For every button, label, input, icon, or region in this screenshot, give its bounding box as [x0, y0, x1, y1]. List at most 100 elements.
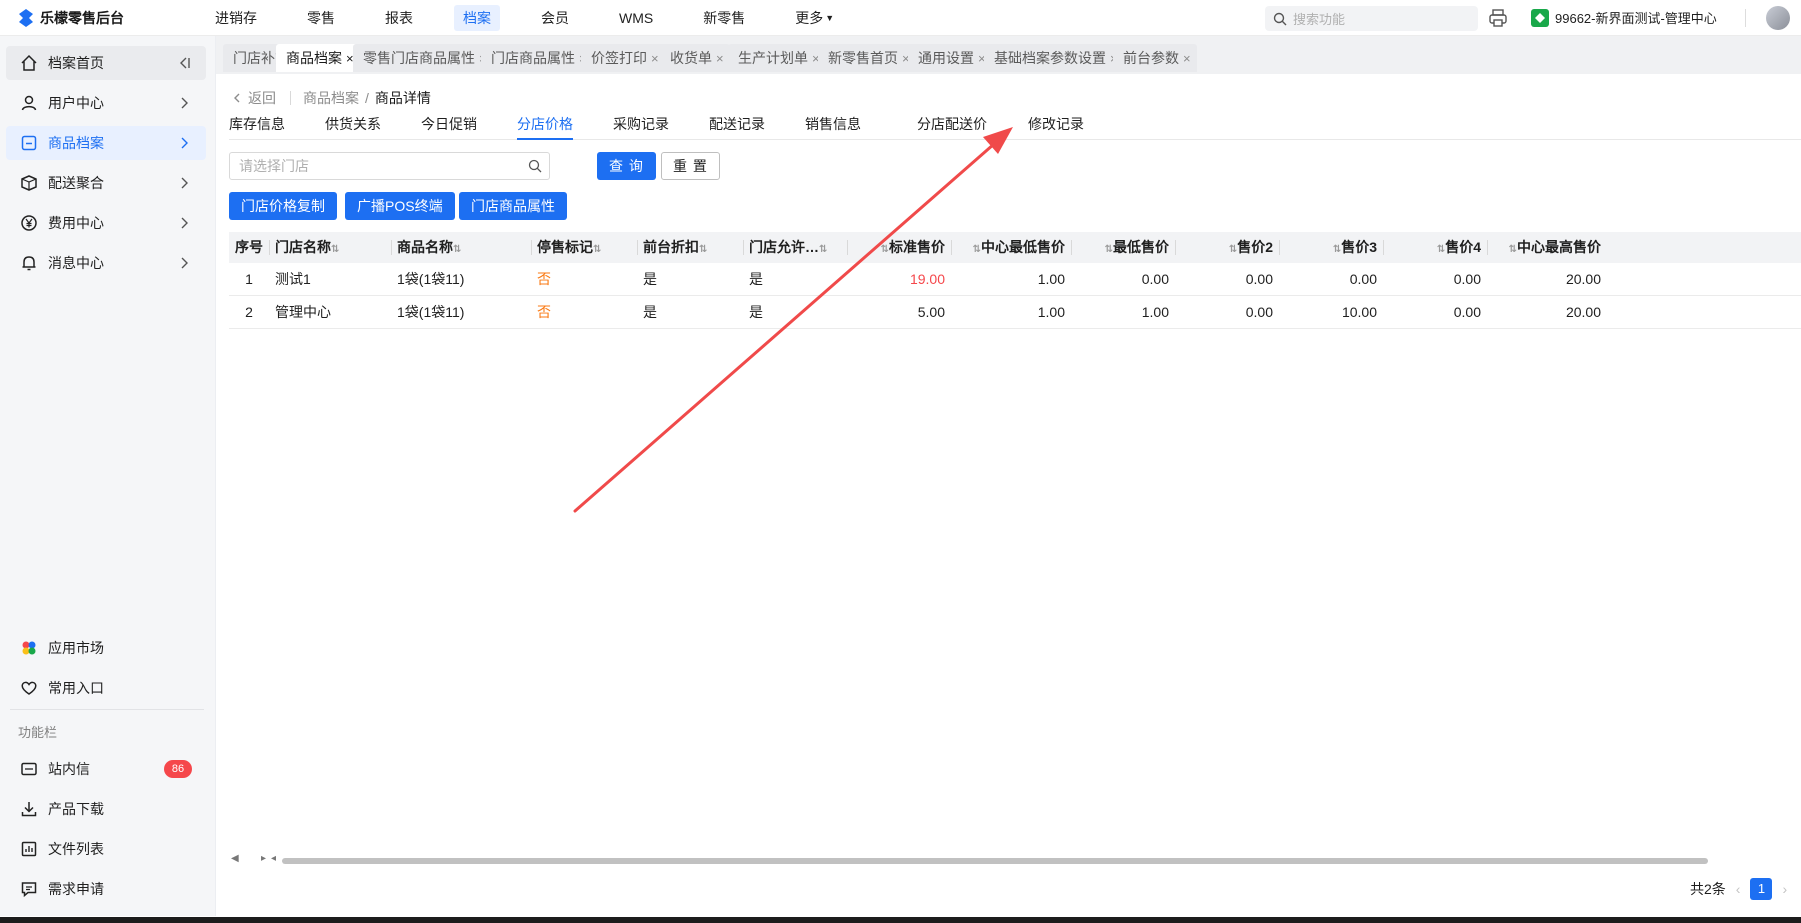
sidebar-item-inbox[interactable]: 站内信 86 [6, 752, 206, 786]
sort-icon[interactable]: ⇅ [453, 244, 461, 255]
tab[interactable]: 商品档案 × [276, 44, 360, 72]
store-select-input[interactable]: 请选择门店 [229, 152, 550, 180]
column-header[interactable]: 前台折扣⇅ [643, 232, 737, 263]
detail-tab[interactable]: 今日促销 [421, 114, 477, 140]
topnav-item[interactable]: 更多 ▼ [786, 5, 843, 31]
sidebar-item-favorites[interactable]: 常用入口 [6, 671, 206, 705]
sort-icon[interactable]: ⇅ [331, 244, 339, 255]
sort-icon[interactable]: ⇅ [819, 244, 827, 255]
detail-tab[interactable]: 采购记录 [613, 114, 669, 140]
column-header-label: 最低售价 [1113, 239, 1169, 255]
breadcrumb-current: 商品详情 [374, 90, 431, 106]
sort-icon[interactable]: ⇅ [1333, 244, 1341, 255]
close-tab-icon[interactable]: × [1183, 51, 1191, 66]
column-header[interactable]: 停售标记⇅ [537, 232, 631, 263]
topnav-item[interactable]: 新零售 [694, 5, 754, 31]
tab[interactable]: 价签打印 × [581, 44, 665, 72]
column-header[interactable]: 商品名称⇅ [397, 232, 525, 263]
org-switcher[interactable]: 99662-新界面测试-管理中心 [1531, 8, 1717, 27]
tab[interactable]: 收货单 × [660, 44, 730, 72]
column-header[interactable]: ⇅中心最高售价 [1493, 232, 1601, 263]
detail-tab[interactable]: 分店配送价 [917, 114, 987, 140]
sidebar-item-home[interactable]: 档案首页 [6, 46, 206, 80]
chevron-right-icon [181, 137, 188, 149]
printer-icon[interactable] [1488, 8, 1508, 28]
topnav-item[interactable]: 零售 [298, 5, 344, 31]
sort-icon[interactable]: ⇅ [1229, 244, 1237, 255]
broadcast-pos-button[interactable]: 广播POS终端 [345, 192, 455, 220]
detail-tab[interactable]: 库存信息 [229, 114, 285, 140]
column-header[interactable]: ⇅标准售价 [853, 232, 945, 263]
sort-icon[interactable]: ⇅ [593, 244, 601, 255]
reset-button[interactable]: 重 置 [661, 152, 720, 180]
search-input[interactable]: 搜索功能 [1265, 6, 1478, 31]
table-row[interactable]: 2 管理中心 1袋(1袋11) 否 是 是 5.00 1.00 1.00 0.00 10.00 0.0… [229, 296, 1801, 329]
column-header[interactable]: ⇅中心最低售价 [957, 232, 1065, 263]
sidebar-item-products[interactable]: 商品档案 [6, 126, 206, 160]
topnav-item[interactable]: 进销存 [206, 5, 266, 31]
sort-icon[interactable]: ⇅ [699, 244, 707, 255]
column-header[interactable]: ⇅售价2 [1181, 232, 1273, 263]
sort-icon[interactable]: ⇅ [1509, 244, 1517, 255]
topnav-item[interactable]: 档案 [454, 5, 500, 31]
tab[interactable]: 零售门店商品属性× [353, 44, 493, 72]
sort-icon[interactable]: ⇅ [1437, 244, 1445, 255]
column-header[interactable]: ⇅售价4 [1389, 232, 1481, 263]
sort-icon[interactable]: ⇅ [881, 244, 889, 255]
column-header[interactable]: ⇅最低售价 [1077, 232, 1169, 263]
detail-tab[interactable]: 修改记录 [1028, 114, 1084, 140]
tab[interactable]: 新零售首页 × [818, 44, 916, 72]
scrollbar-thumb[interactable] [282, 858, 1708, 864]
next-page-icon[interactable]: › [1782, 881, 1787, 897]
sidebar-item-label: 产品下载 [48, 801, 104, 817]
topnav-item[interactable]: 报表 [376, 5, 422, 31]
tab[interactable]: 门店商品属性× [481, 44, 593, 72]
detail-tab[interactable]: 销售信息 [805, 114, 861, 140]
back-link[interactable]: 返回 [232, 88, 276, 108]
breadcrumb-parent[interactable]: 商品档案 [303, 88, 359, 108]
close-tab-icon[interactable]: × [716, 51, 724, 66]
sidebar-item-requests[interactable]: 需求申请 [6, 872, 206, 906]
app-logo[interactable]: 乐檬零售后台 [18, 8, 124, 28]
tab[interactable]: 生产计划单 × [728, 44, 826, 72]
sidebar-item-users[interactable]: 用户中心 [6, 86, 206, 120]
detail-tab[interactable]: 分店价格 [517, 114, 573, 140]
horizontal-scrollbar[interactable]: ◀ ▸ ◂ [229, 853, 1801, 866]
detail-tab[interactable]: 配送记录 [709, 114, 765, 140]
topnav-item[interactable]: WMS [610, 5, 662, 31]
sidebar-item-delivery[interactable]: 配送聚合 [6, 166, 206, 200]
close-tab-icon[interactable]: × [651, 51, 659, 66]
scroll-left-icon[interactable]: ◂ [271, 853, 276, 864]
sidebar-item-app-market[interactable]: 应用市场 [6, 631, 206, 665]
sidebar-item-messages[interactable]: 消息中心 [6, 246, 206, 280]
sidebar-item-files[interactable]: 文件列表 [6, 832, 206, 866]
scroll-left-icon[interactable]: ◀ [231, 853, 239, 864]
avatar[interactable] [1766, 6, 1790, 30]
store-product-attr-button[interactable]: 门店商品属性 [459, 192, 567, 220]
tab[interactable]: 前台参数 × [1113, 44, 1197, 72]
sidebar-item-download[interactable]: 产品下载 [6, 792, 206, 826]
search-icon[interactable] [528, 159, 542, 173]
column-header[interactable]: 门店名称⇅ [275, 232, 385, 263]
sort-icon[interactable]: ⇅ [1105, 244, 1113, 255]
column-header[interactable]: 门店允许…⇅ [749, 232, 841, 263]
sort-icon[interactable]: ⇅ [973, 244, 981, 255]
table-row[interactable]: 1 测试1 1袋(1袋11) 否 是 是 19.00 1.00 0.00 0.00 0.00 0.00… [229, 263, 1801, 296]
topnav-item[interactable]: 会员 [532, 5, 578, 31]
tab[interactable]: 基础档案参数设置× [984, 44, 1124, 72]
prev-page-icon[interactable]: ‹ [1736, 881, 1741, 897]
scroll-right-icon[interactable]: ▸ [261, 853, 266, 864]
detail-tab[interactable]: 供货关系 [325, 114, 381, 140]
table-cell: 1.00 [1141, 304, 1169, 320]
page-number[interactable]: 1 [1750, 878, 1773, 900]
collapse-sidebar-icon[interactable] [176, 55, 192, 71]
table-cell: 0.00 [1245, 271, 1273, 287]
yen-icon [20, 214, 38, 232]
topnav-item-label: 进销存 [215, 10, 257, 26]
copy-store-price-button[interactable]: 门店价格复制 [229, 192, 337, 220]
tab[interactable]: 通用设置 × [908, 44, 992, 72]
sidebar-item-fees[interactable]: 费用中心 [6, 206, 206, 240]
column-header[interactable]: ⇅售价3 [1285, 232, 1377, 263]
query-button[interactable]: 查 询 [597, 152, 656, 180]
sidebar-item-label: 文件列表 [48, 841, 104, 857]
